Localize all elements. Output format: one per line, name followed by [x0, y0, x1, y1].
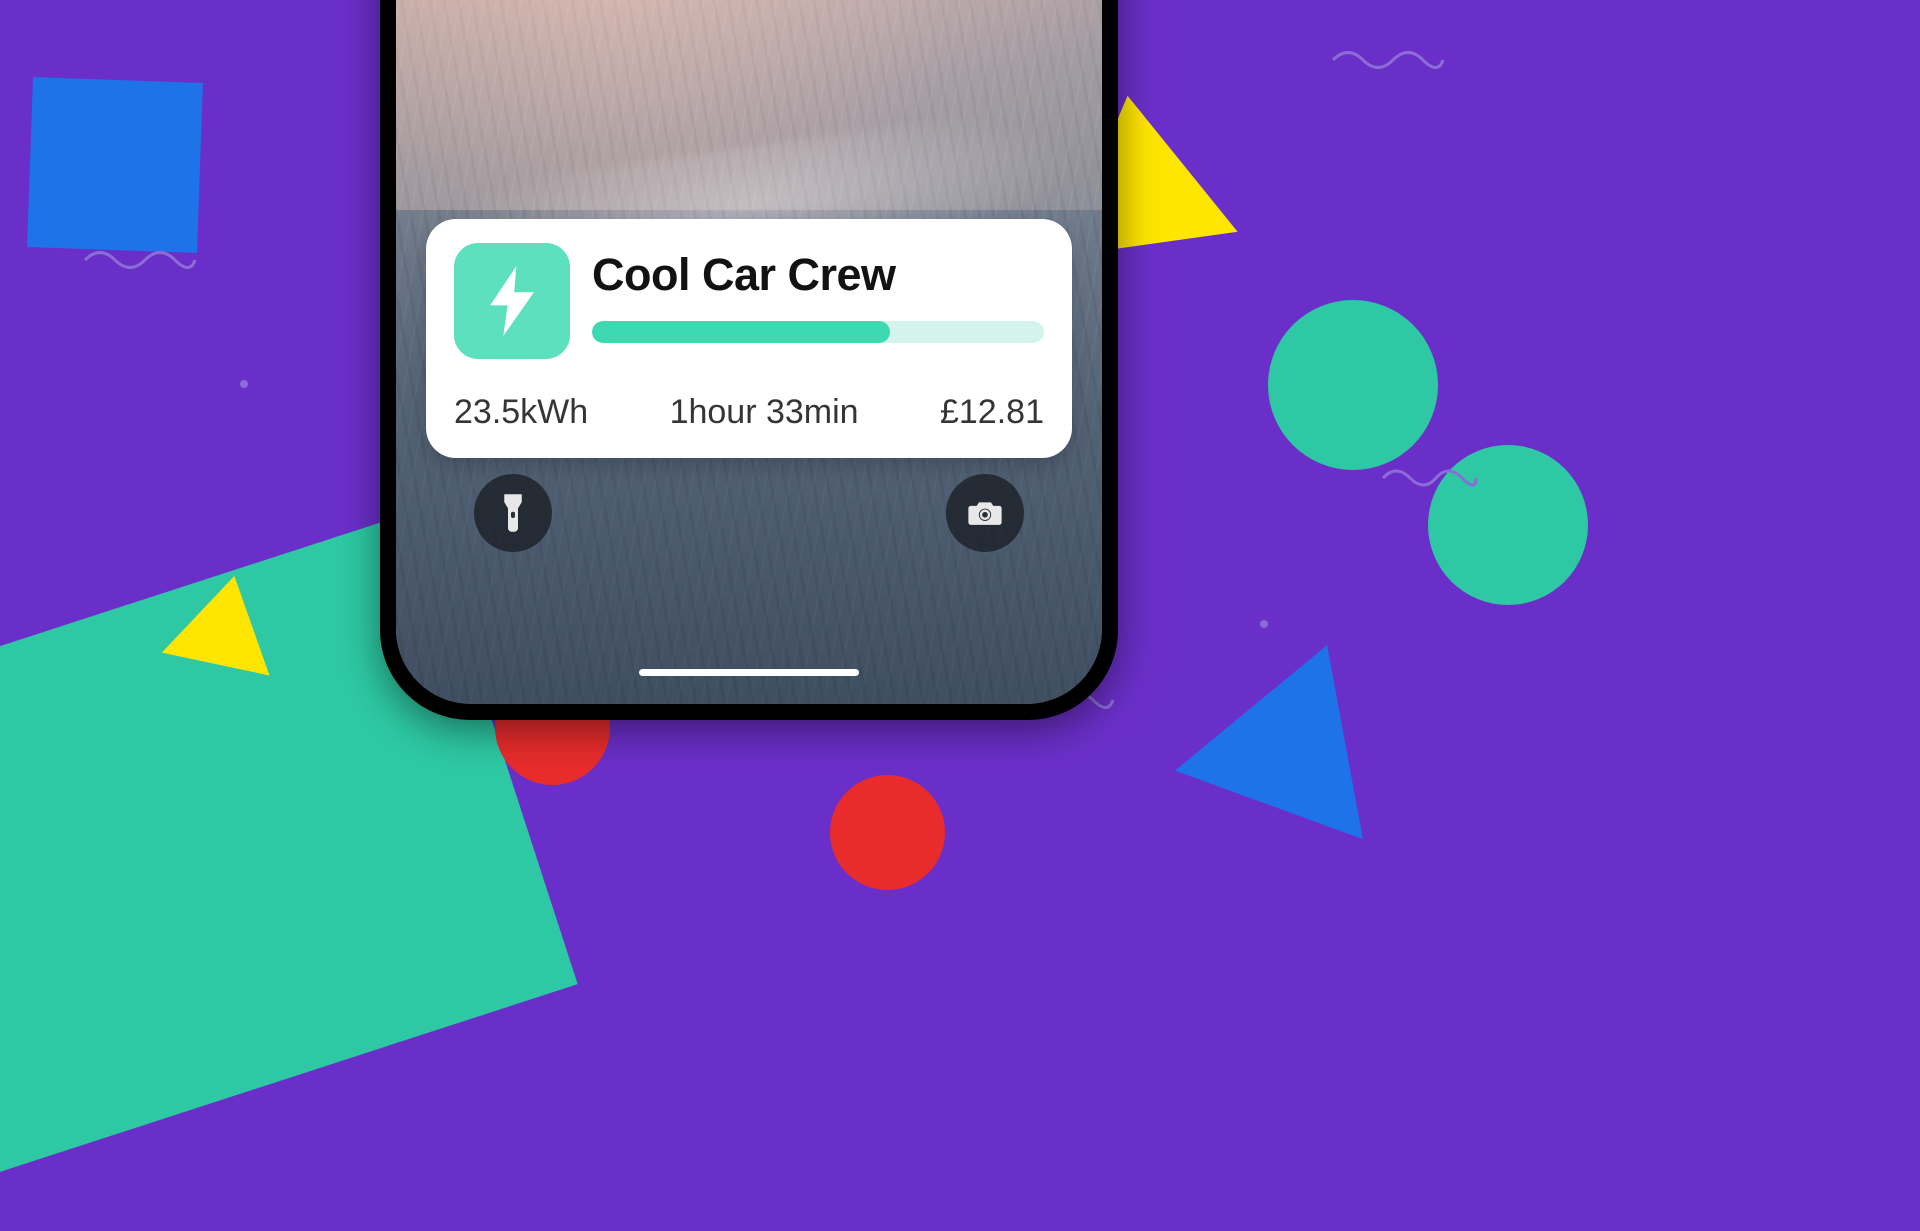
widget-title: Cool Car Crew	[592, 249, 1044, 301]
stat-cost: £12.81	[940, 393, 1044, 432]
stat-energy: 23.5kWh	[454, 393, 588, 432]
flashlight-icon	[498, 493, 528, 533]
decor-blue-square	[27, 77, 203, 253]
progress-bar	[592, 321, 1044, 343]
camera-button[interactable]	[946, 474, 1024, 552]
home-indicator[interactable]	[639, 669, 859, 676]
phone-screen: Cool Car Crew 23.5kWh 1hour 33min £12.81	[396, 0, 1102, 704]
flashlight-button[interactable]	[474, 474, 552, 552]
progress-fill	[592, 321, 890, 343]
stat-duration: 1hour 33min	[670, 393, 859, 432]
decor-blue-triangle	[1175, 611, 1421, 839]
phone-frame: Cool Car Crew 23.5kWh 1hour 33min £12.81	[380, 0, 1118, 720]
decor-red-circle	[830, 775, 945, 890]
charging-widget[interactable]: Cool Car Crew 23.5kWh 1hour 33min £12.81	[426, 219, 1072, 458]
bolt-icon	[485, 266, 539, 336]
camera-icon	[966, 498, 1004, 528]
decor-green-circle	[1268, 300, 1438, 470]
app-icon	[454, 243, 570, 359]
